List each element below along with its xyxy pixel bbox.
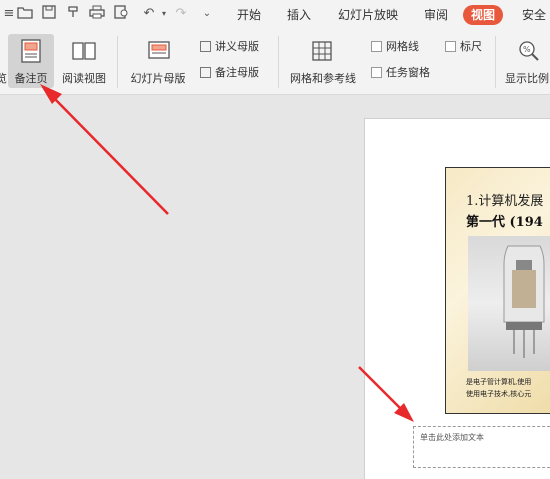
arrow-line [51,95,169,215]
arrow-head-icon [40,84,62,104]
arrow-line [358,366,407,415]
annotation-arrows [40,84,414,422]
